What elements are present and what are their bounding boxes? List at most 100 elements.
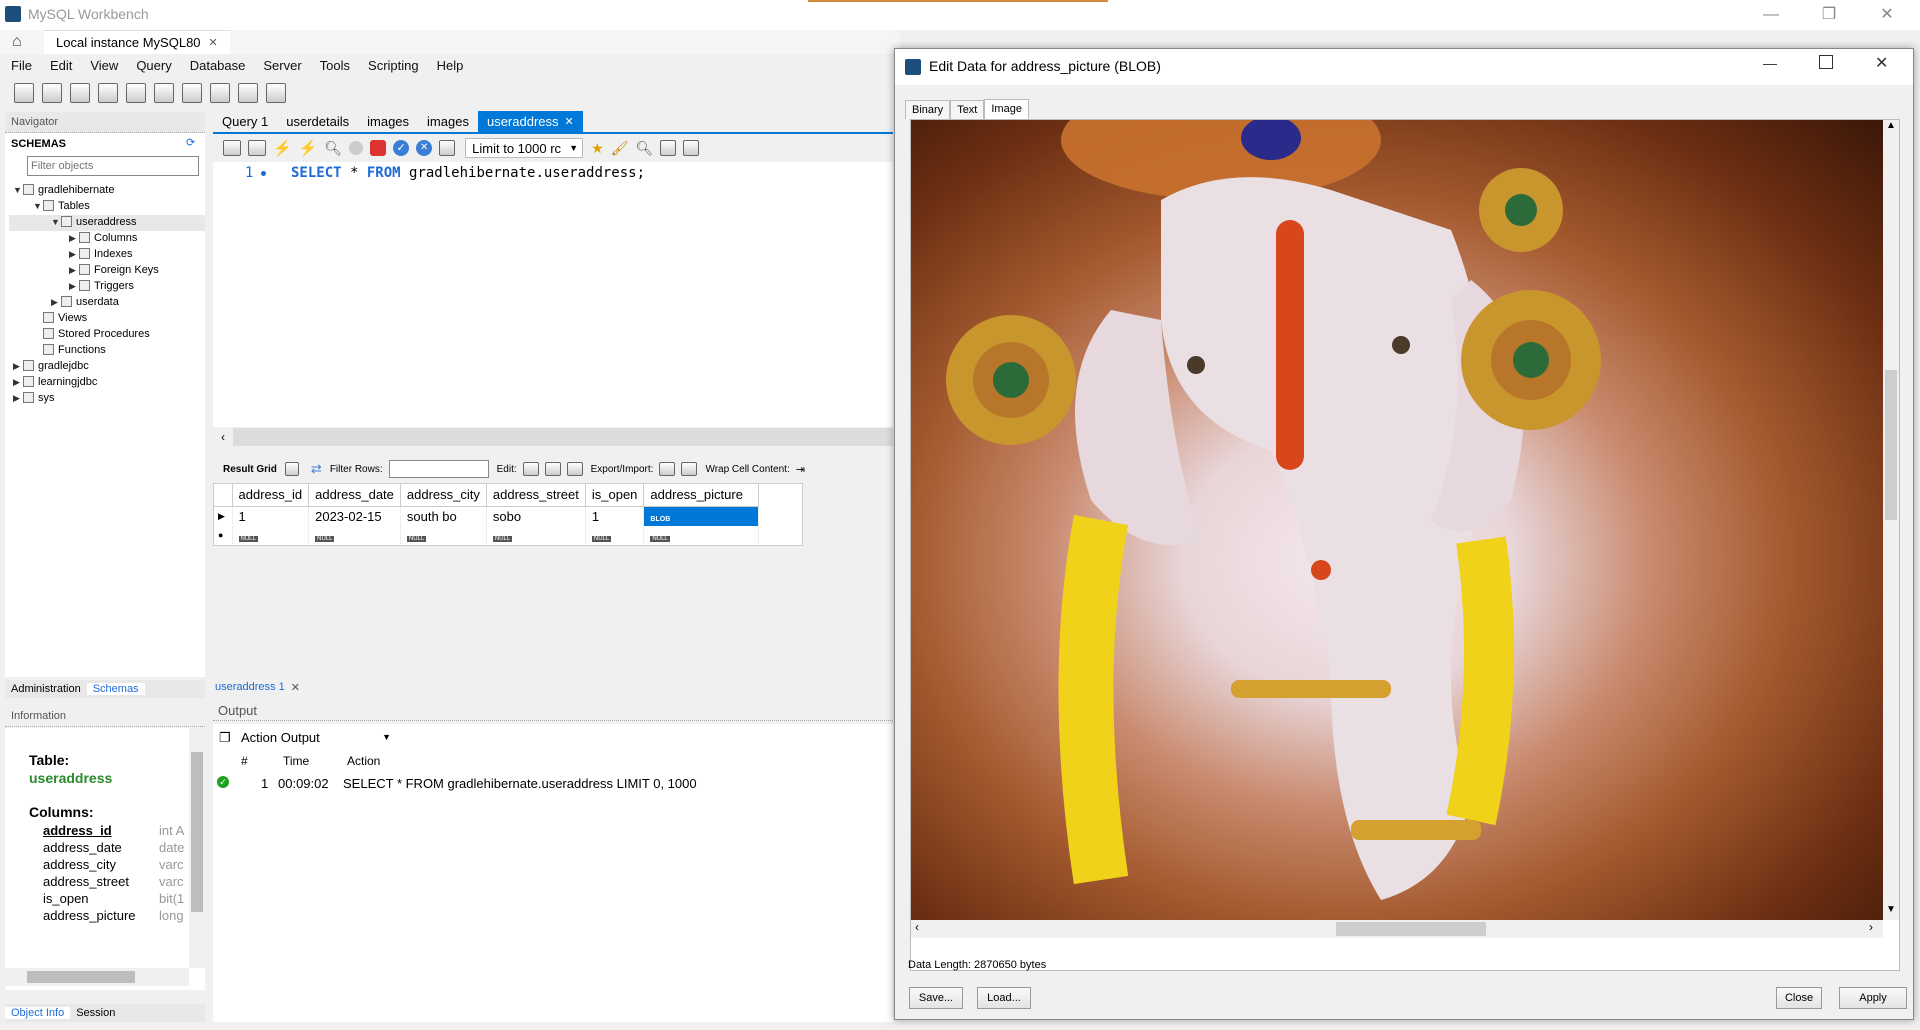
table-cell[interactable]: 2023-02-15 [308,506,401,526]
open-sql-script-icon[interactable] [42,83,62,103]
table-cell[interactable]: 1 [232,506,310,526]
column-header[interactable]: is_open [585,484,645,507]
connection-tab[interactable]: Local instance MySQL80 ✕ [44,30,230,54]
info-hscroll-thumb[interactable] [27,971,135,983]
inspector-icon[interactable] [70,83,90,103]
add-snippet-icon[interactable]: ★ [591,140,604,157]
table-cell[interactable]: NULL [585,525,645,545]
tab-useraddress[interactable]: useraddress ✕ [477,111,583,133]
export-icon[interactable] [659,462,676,476]
table-cell[interactable]: NULL [232,525,310,545]
expand-icon[interactable]: ▶ [51,297,61,308]
menu-view[interactable]: View [81,55,127,77]
column-header[interactable]: address_id [232,484,310,507]
scroll-left-icon[interactable]: ‹ [915,920,919,934]
execute-current-icon[interactable]: ⚡ [299,139,318,157]
home-icon[interactable]: ⌂ [12,33,22,51]
expand-icon[interactable]: ▶ [69,233,79,244]
image-vscroll-thumb[interactable] [1885,370,1897,520]
scroll-up-icon[interactable]: ▲ [1883,120,1899,131]
toggle-stop-on-error-icon[interactable] [370,140,387,156]
edit-row-icon[interactable] [522,462,539,476]
tree-table-useraddress[interactable]: ▼ useraddress [51,216,137,228]
table-cell[interactable]: NULL [400,525,487,545]
scroll-down-icon[interactable]: ▼ [1883,904,1899,915]
menu-query[interactable]: Query [127,55,180,77]
menu-file[interactable]: File [2,55,41,77]
import-icon[interactable] [681,462,698,476]
tree-functions[interactable]: Functions [43,344,106,356]
close-tab-icon[interactable]: ✕ [209,31,218,55]
tab-binary[interactable]: Binary [905,99,951,119]
limit-rows-select[interactable]: Limit to 1000 rc ▼ [465,138,584,158]
refresh-icon[interactable]: ⇄ [311,461,322,477]
create-table-icon[interactable] [126,83,146,103]
filter-objects-input[interactable] [27,156,199,176]
tree-db-learningjdbc[interactable]: ▶ learningjdbc [13,376,97,388]
tab-administration[interactable]: Administration [5,683,87,695]
menu-database[interactable]: Database [181,55,255,77]
info-vertical-scrollbar[interactable] [189,728,205,968]
collapse-icon[interactable]: ▼ [13,185,23,195]
invisible-chars-icon[interactable] [660,140,677,156]
tab-images[interactable]: images [358,111,418,133]
tree-indexes[interactable]: ▶ Indexes [69,248,133,260]
search-table-data-icon[interactable] [238,83,258,103]
new-sql-tab-icon[interactable] [14,83,34,103]
dialog-close-icon[interactable]: ✕ [1875,53,1888,73]
wrap-cell-icon[interactable]: ⇥ [796,463,805,476]
dialog-maximize-icon[interactable] [1819,55,1833,69]
delete-row-icon[interactable] [566,462,583,476]
explain-icon[interactable]: 🔍︎ [324,140,342,157]
table-cell[interactable]: 1 [585,506,645,526]
save-icon[interactable] [248,140,266,156]
tree-columns[interactable]: ▶ Columns [69,232,137,244]
image-vertical-scrollbar[interactable]: ▲ ▼ [1883,120,1899,920]
menu-edit[interactable]: Edit [41,55,81,77]
tab-query-1[interactable]: Query 1 [213,111,277,133]
menu-tools[interactable]: Tools [311,55,359,77]
close-tab-icon[interactable]: ✕ [291,681,300,694]
tree-table-userdata[interactable]: ▶ userdata [51,296,119,308]
execute-icon[interactable]: ⚡ [273,139,292,157]
menu-help[interactable]: Help [428,55,473,77]
tab-text[interactable]: Text [950,99,985,119]
result-tab-label[interactable]: useraddress 1 [215,681,285,693]
image-hscroll-thumb[interactable] [1336,922,1486,936]
autocommit-icon[interactable] [439,140,456,156]
expand-icon[interactable]: ▶ [69,265,79,276]
find-icon[interactable]: 🔍︎ [636,140,654,157]
editor-horizontal-scrollbar[interactable]: ‹ [213,428,893,446]
beautify-icon[interactable]: 🖌︎ [611,140,629,157]
table-row-new[interactable]: ● NULL NULL NULL NULL NULL NULL [214,525,760,545]
reconnect-icon[interactable] [266,83,286,103]
expand-icon[interactable]: ▶ [13,361,23,372]
create-procedure-icon[interactable] [182,83,202,103]
tree-db-gradlehibernate[interactable]: ▼ gradlehibernate [13,184,114,196]
add-row-icon[interactable] [544,462,561,476]
open-file-icon[interactable] [223,140,241,156]
output-selector[interactable]: Action Output ▼ [241,727,391,747]
tab-schemas[interactable]: Schemas [86,683,145,695]
wrap-lines-icon[interactable] [683,140,700,156]
output-row-action[interactable]: SELECT * FROM gradlehibernate.useraddres… [343,776,697,791]
refresh-schemas-icon[interactable]: ⟳ [186,136,195,149]
info-horizontal-scrollbar[interactable] [5,968,189,986]
table-cell[interactable]: sobo [486,506,586,526]
close-icon[interactable]: ✕ [1864,0,1910,30]
dialog-minimize-icon[interactable]: — [1763,55,1777,71]
close-button[interactable]: Close [1776,987,1822,1009]
sql-editor[interactable]: 1 SELECT * FROM gradlehibernate.useraddr… [213,162,893,427]
tab-image[interactable]: Image [984,99,1029,119]
rollback-icon[interactable]: ✕ [416,140,433,156]
create-schema-icon[interactable] [98,83,118,103]
collapse-icon[interactable]: ▼ [51,217,61,227]
expand-icon[interactable]: ▶ [69,281,79,292]
tree-foreign-keys[interactable]: ▶ Foreign Keys [69,264,159,276]
filter-rows-input[interactable] [388,460,489,478]
tab-userdetails[interactable]: userdetails [277,111,358,133]
result-grid-label[interactable]: Result Grid [223,464,277,475]
scroll-left-icon[interactable]: ‹ [213,428,233,446]
load-button[interactable]: Load... [977,987,1031,1009]
menu-server[interactable]: Server [254,55,310,77]
